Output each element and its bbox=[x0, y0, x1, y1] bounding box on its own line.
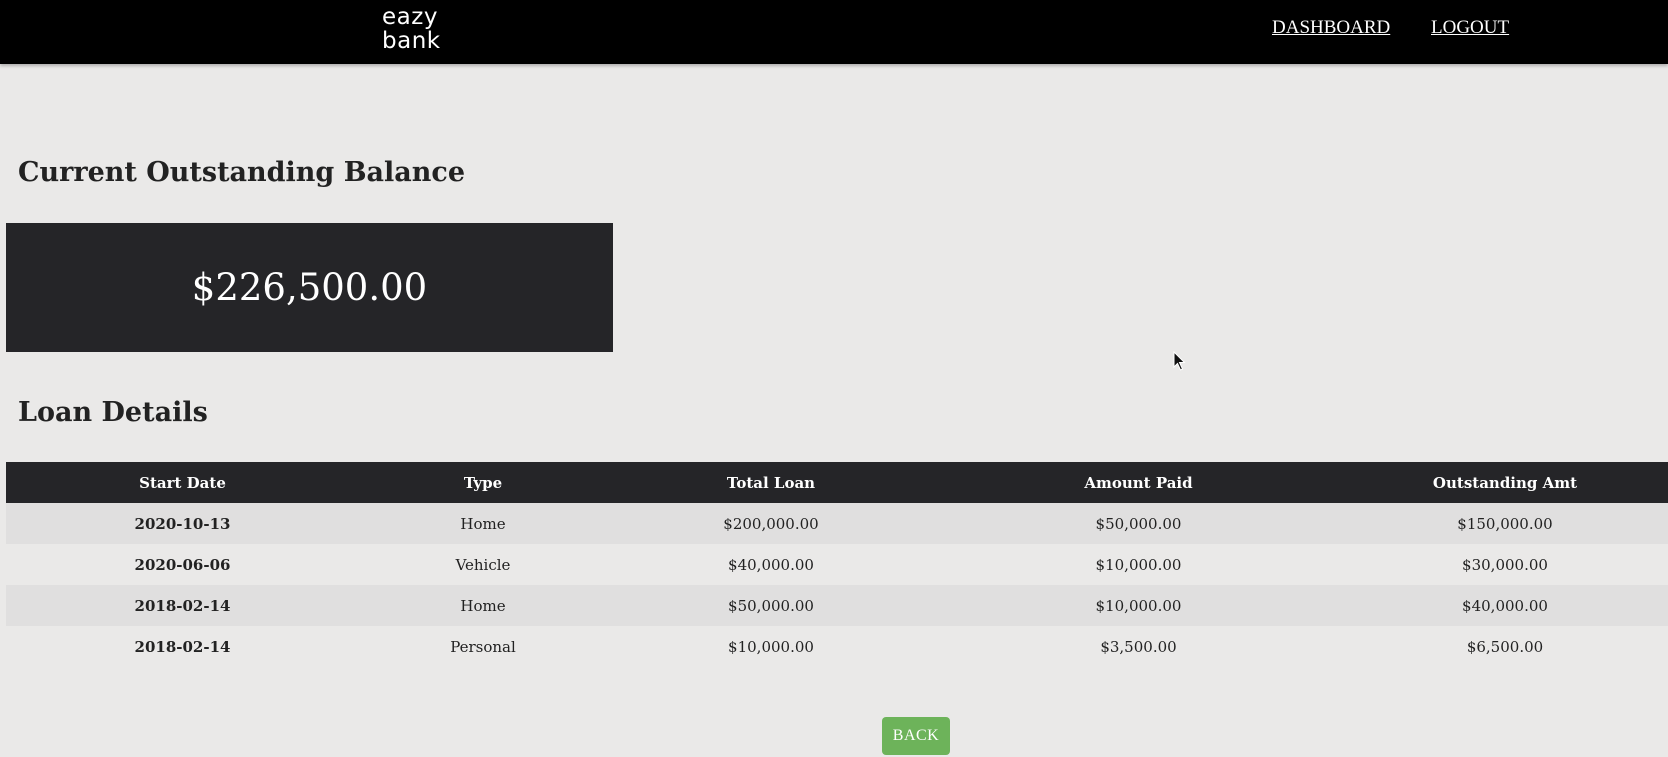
column-header-total-loan: Total Loan bbox=[607, 462, 935, 503]
top-navbar: eazy bank DASHBOARD LOGOUT bbox=[0, 0, 1668, 64]
loan-details-heading: Loan Details bbox=[18, 397, 208, 428]
cell-start-date: 2018-02-14 bbox=[6, 585, 359, 626]
loan-details-table: Start Date Type Total Loan Amount Paid O… bbox=[6, 462, 1668, 667]
nav-dashboard-link[interactable]: DASHBOARD bbox=[1272, 17, 1390, 39]
cell-type: Home bbox=[359, 503, 607, 544]
eazybank-logo[interactable]: eazy bank bbox=[382, 5, 462, 53]
column-header-outstanding-amt: Outstanding Amt bbox=[1342, 462, 1668, 503]
back-button[interactable]: BACK bbox=[882, 717, 950, 755]
cell-total-loan: $10,000.00 bbox=[607, 626, 935, 667]
nav-logout-link[interactable]: LOGOUT bbox=[1431, 17, 1509, 39]
cell-type: Personal bbox=[359, 626, 607, 667]
cell-outstanding-amt: $6,500.00 bbox=[1342, 626, 1668, 667]
mouse-pointer-icon bbox=[1173, 351, 1186, 371]
cell-amount-paid: $10,000.00 bbox=[935, 585, 1342, 626]
table-row: 2018-02-14 Home $50,000.00 $10,000.00 $4… bbox=[6, 585, 1668, 626]
cell-total-loan: $40,000.00 bbox=[607, 544, 935, 585]
column-header-start-date: Start Date bbox=[6, 462, 359, 503]
column-header-type: Type bbox=[359, 462, 607, 503]
cell-outstanding-amt: $150,000.00 bbox=[1342, 503, 1668, 544]
cell-type: Home bbox=[359, 585, 607, 626]
outstanding-balance-amount: $226,500.00 bbox=[191, 266, 428, 309]
outstanding-balance-heading: Current Outstanding Balance bbox=[18, 157, 466, 188]
column-header-amount-paid: Amount Paid bbox=[935, 462, 1342, 503]
cell-start-date: 2018-02-14 bbox=[6, 626, 359, 667]
cell-type: Vehicle bbox=[359, 544, 607, 585]
cell-amount-paid: $50,000.00 bbox=[935, 503, 1342, 544]
cell-amount-paid: $3,500.00 bbox=[935, 626, 1342, 667]
cell-outstanding-amt: $30,000.00 bbox=[1342, 544, 1668, 585]
logo-line-bank: bank bbox=[382, 28, 441, 54]
table-header-row: Start Date Type Total Loan Amount Paid O… bbox=[6, 462, 1668, 503]
cell-start-date: 2020-10-13 bbox=[6, 503, 359, 544]
cell-total-loan: $50,000.00 bbox=[607, 585, 935, 626]
logo-line-eazy: eazy bbox=[382, 4, 438, 30]
cell-start-date: 2020-06-06 bbox=[6, 544, 359, 585]
cell-outstanding-amt: $40,000.00 bbox=[1342, 585, 1668, 626]
outstanding-balance-card: $226,500.00 bbox=[6, 223, 613, 352]
cell-amount-paid: $10,000.00 bbox=[935, 544, 1342, 585]
table-row: 2020-06-06 Vehicle $40,000.00 $10,000.00… bbox=[6, 544, 1668, 585]
table-row: 2018-02-14 Personal $10,000.00 $3,500.00… bbox=[6, 626, 1668, 667]
table-row: 2020-10-13 Home $200,000.00 $50,000.00 $… bbox=[6, 503, 1668, 544]
cell-total-loan: $200,000.00 bbox=[607, 503, 935, 544]
